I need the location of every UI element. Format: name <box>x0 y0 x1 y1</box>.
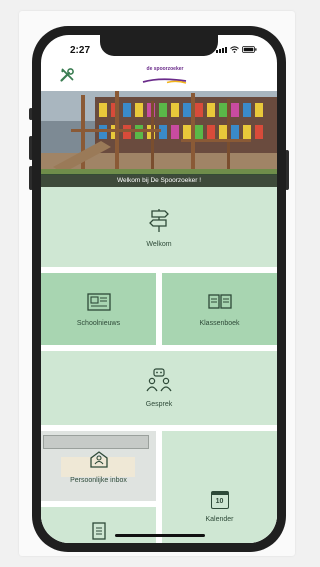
wifi-icon <box>230 46 239 53</box>
calendar-day: 10 <box>215 498 224 505</box>
tile-schoolnieuws-label: Schoolnieuws <box>76 320 121 327</box>
newspaper-icon <box>86 293 111 311</box>
app-header: de spoorzoeker <box>41 61 277 91</box>
tile-klassenboek[interactable]: Klassenboek <box>162 273 277 345</box>
tile-grid: Welkom Schoolnieuws Klassenboek Gesprek … <box>41 187 277 543</box>
tile-persoonlijke-inbox[interactable]: Persoonlijke inbox <box>41 431 156 501</box>
inbox-icon <box>89 451 108 468</box>
calendar-icon: 10 <box>210 491 229 509</box>
signpost-icon <box>149 209 169 232</box>
tile-gesprek[interactable]: Gesprek <box>41 351 277 425</box>
tile-kalender-label: Kalender <box>205 516 234 523</box>
phone-frame: 2:27 de spoorzoeker Welkom bij De Spoorz… <box>32 26 286 552</box>
open-book-icon <box>207 294 232 309</box>
school-logo: de spoorzoeker <box>141 65 189 84</box>
tile-partial[interactable] <box>41 507 156 543</box>
logo-text: de spoorzoeker <box>146 66 184 72</box>
inbox-overlay-bar <box>43 435 149 449</box>
tile-kalender[interactable]: 10 Kalender <box>162 431 277 543</box>
status-time: 2:27 <box>70 45 91 56</box>
tile-welkom-label: Welkom <box>146 241 172 248</box>
tile-schoolnieuws[interactable]: Schoolnieuws <box>41 273 156 345</box>
hero-banner: Welkom bij De Spoorzoeker ! <box>41 91 277 187</box>
tile-welkom[interactable]: Welkom <box>41 187 277 267</box>
app-screen: 2:27 de spoorzoeker Welkom bij De Spoorz… <box>41 35 277 543</box>
logo-swoosh <box>142 78 187 84</box>
home-indicator[interactable] <box>115 534 205 537</box>
battery-icon <box>242 46 257 53</box>
tile-persoonlijke-inbox-label: Persoonlijke inbox <box>70 477 127 484</box>
signal-icon <box>216 46 227 53</box>
notch <box>100 35 218 56</box>
tools-icon[interactable] <box>59 67 75 83</box>
hero-caption: Welkom bij De Spoorzoeker ! <box>41 174 277 187</box>
conversation-icon <box>146 368 172 392</box>
status-icons <box>216 46 257 53</box>
tile-gesprek-label: Gesprek <box>145 401 173 408</box>
document-icon <box>91 522 106 540</box>
school-building-photo <box>41 91 277 187</box>
tile-klassenboek-label: Klassenboek <box>199 320 240 327</box>
